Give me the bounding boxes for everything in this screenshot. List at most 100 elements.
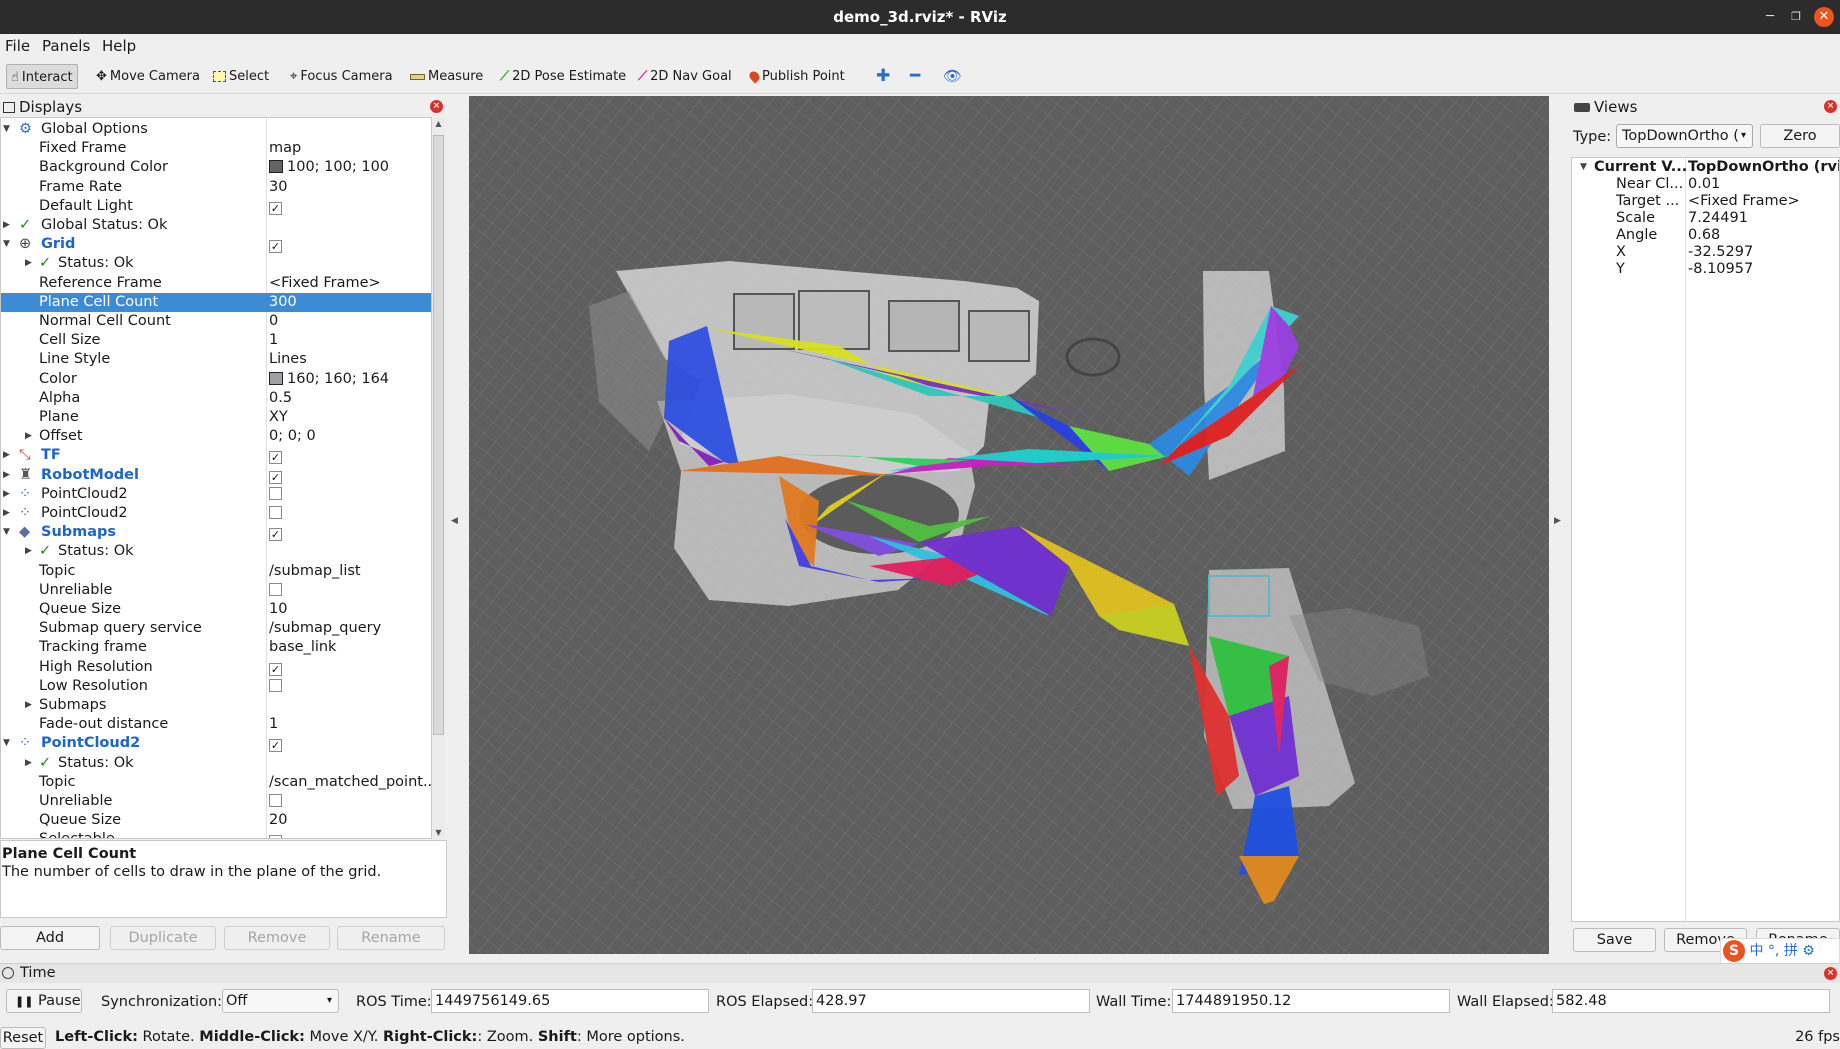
scroll-up-icon[interactable]: ▲ — [432, 117, 445, 130]
display-row[interactable]: ▼ ⚙ Global Options — [1, 120, 431, 139]
expand-open-icon[interactable]: ▼ — [3, 734, 10, 753]
expand-closed-icon[interactable]: ▶ — [3, 446, 10, 465]
close-icon[interactable]: × — [1824, 100, 1837, 113]
view-property-row[interactable]: Scale 7.24491 — [1572, 210, 1839, 227]
add-button[interactable]: Add — [0, 926, 100, 950]
pause-button[interactable]: ❚❚ Pause — [6, 989, 82, 1013]
save-view-button[interactable]: Save — [1573, 928, 1656, 952]
pose-estimate-tool[interactable]: ⟋ 2D Pose Estimate — [500, 64, 626, 89]
expand-closed-icon[interactable]: ▶ — [3, 485, 10, 504]
ros-time-field[interactable]: 1449756149.65 — [431, 989, 709, 1013]
maximize-icon[interactable]: ❐ — [1786, 7, 1806, 27]
property-value[interactable]: 300 — [269, 293, 297, 312]
display-row[interactable]: Low Resolution — [1, 677, 431, 696]
view-property-row[interactable]: Angle 0.68 — [1572, 227, 1839, 244]
gear-icon[interactable]: ⚙ — [1802, 943, 1815, 959]
ros-elapsed-field[interactable]: 428.97 — [812, 989, 1090, 1013]
expand-closed-icon[interactable]: ▶ — [3, 466, 10, 485]
display-row[interactable]: Topic/scan_matched_point... — [1, 773, 431, 792]
expand-closed-icon[interactable]: ▶ — [3, 216, 10, 235]
property-value[interactable]: 160; 160; 164 — [269, 370, 389, 389]
expand-closed-icon[interactable]: ▶ — [25, 427, 32, 446]
display-row[interactable]: Selectable ✓ — [1, 830, 431, 838]
expand-closed-icon[interactable]: ▶ — [25, 542, 32, 561]
checkbox[interactable]: ✓ — [269, 739, 282, 753]
scroll-thumb[interactable] — [433, 135, 444, 735]
remove-button[interactable]: Remove — [224, 926, 330, 950]
checkbox[interactable] — [269, 582, 282, 596]
display-row[interactable]: Unreliable — [1, 792, 431, 811]
display-row[interactable]: Reference Frame <Fixed Frame> — [1, 274, 431, 293]
property-value[interactable] — [269, 581, 282, 600]
expand-open-icon[interactable]: ▼ — [1580, 159, 1587, 176]
display-row[interactable]: Normal Cell Count 0 — [1, 312, 431, 331]
property-value[interactable]: ✓ — [269, 734, 282, 753]
property-value[interactable]: ✓ — [269, 197, 282, 216]
expand-closed-icon[interactable]: ▶ — [25, 254, 32, 273]
collapse-left-icon[interactable]: ◀ — [451, 516, 458, 526]
display-row[interactable]: ▶ ✓ Status: Ok — [1, 754, 431, 773]
menu-help[interactable]: Help — [102, 37, 136, 55]
rename-button[interactable]: Rename — [337, 926, 445, 950]
display-row[interactable]: ▶ Offset 0; 0; 0 — [1, 427, 431, 446]
scroll-down-icon[interactable]: ▼ — [432, 826, 445, 839]
view-property-value[interactable]: 0.68 — [1688, 227, 1720, 244]
property-value[interactable]: 1 — [269, 331, 278, 350]
display-row[interactable]: Topic/submap_list — [1, 562, 431, 581]
property-value[interactable]: base_link — [269, 638, 336, 657]
close-icon[interactable]: × — [430, 100, 443, 113]
display-row[interactable]: Submap query service/submap_query — [1, 619, 431, 638]
checkbox[interactable]: ✓ — [269, 835, 282, 838]
property-value[interactable] — [269, 677, 282, 696]
checkbox[interactable] — [269, 486, 282, 500]
property-value[interactable]: XY — [269, 408, 288, 427]
property-value[interactable]: ✓ — [269, 235, 282, 254]
display-row[interactable]: ▶ ⤡ TF ✓ — [1, 446, 431, 465]
display-row[interactable]: Background Color 100; 100; 100 — [1, 158, 431, 177]
close-icon[interactable]: × — [1824, 967, 1837, 980]
close-icon[interactable]: ✕ — [1814, 7, 1834, 27]
remove-tool-icon[interactable]: ━ — [910, 64, 920, 89]
display-row[interactable]: Default Light ✓ — [1, 197, 431, 216]
property-value[interactable]: ✓ — [269, 523, 282, 542]
property-value[interactable]: /submap_query — [269, 619, 381, 638]
display-row[interactable]: ▶ ⁘ PointCloud2 — [1, 504, 431, 523]
view-property-value[interactable]: 7.24491 — [1688, 210, 1748, 227]
ime-pinyin[interactable]: 拼 — [1784, 943, 1798, 959]
view-property-row[interactable]: Target ... <Fixed Frame> — [1572, 193, 1839, 210]
view-property-value[interactable]: 0.01 — [1688, 176, 1720, 193]
ime-chinese[interactable]: 中 — [1749, 943, 1763, 959]
wall-elapsed-field[interactable]: 582.48 — [1552, 989, 1830, 1013]
property-value[interactable]: ✓ — [269, 830, 282, 838]
property-value[interactable] — [269, 792, 282, 811]
checkbox[interactable]: ✓ — [269, 470, 282, 484]
display-row[interactable]: Alpha 0.5 — [1, 389, 431, 408]
display-row[interactable]: ▶ Submaps — [1, 696, 431, 715]
display-row[interactable]: ▶ ✓ Status: Ok — [1, 542, 431, 561]
select-tool[interactable]: Select — [213, 64, 269, 89]
color-swatch[interactable] — [269, 371, 283, 385]
view-property-value[interactable]: -32.5297 — [1688, 244, 1753, 261]
expand-open-icon[interactable]: ▼ — [3, 523, 10, 542]
menu-file[interactable]: File — [5, 37, 30, 55]
property-value[interactable]: 0 — [269, 312, 278, 331]
property-value[interactable]: ✓ — [269, 466, 282, 485]
view-property-row[interactable]: ▼ Current V...TopDownOrtho (rviz) — [1572, 159, 1839, 176]
property-value[interactable]: 10 — [269, 600, 287, 619]
expand-open-icon[interactable]: ▼ — [3, 235, 10, 254]
display-row[interactable]: ▼ ⁘ PointCloud2 ✓ — [1, 734, 431, 753]
property-value[interactable] — [269, 485, 282, 504]
view-property-value[interactable]: -8.10957 — [1688, 261, 1753, 278]
property-value[interactable]: ✓ — [269, 446, 282, 465]
display-row[interactable]: Unreliable — [1, 581, 431, 600]
duplicate-button[interactable]: Duplicate — [110, 926, 216, 950]
expand-closed-icon[interactable]: ▶ — [3, 504, 10, 523]
property-value[interactable]: /submap_list — [269, 562, 361, 581]
display-row[interactable]: Plane Cell Count 300 — [1, 292, 431, 312]
display-row[interactable]: Line Style Lines — [1, 350, 431, 369]
ime-punct[interactable]: °, — [1768, 943, 1779, 959]
checkbox[interactable]: ✓ — [269, 528, 282, 542]
move-camera-tool[interactable]: ✥ Move Camera — [96, 64, 200, 89]
display-row[interactable]: ▶ ✓ Status: Ok — [1, 254, 431, 273]
displays-scrollbar[interactable]: ▲ ▼ — [432, 117, 445, 839]
